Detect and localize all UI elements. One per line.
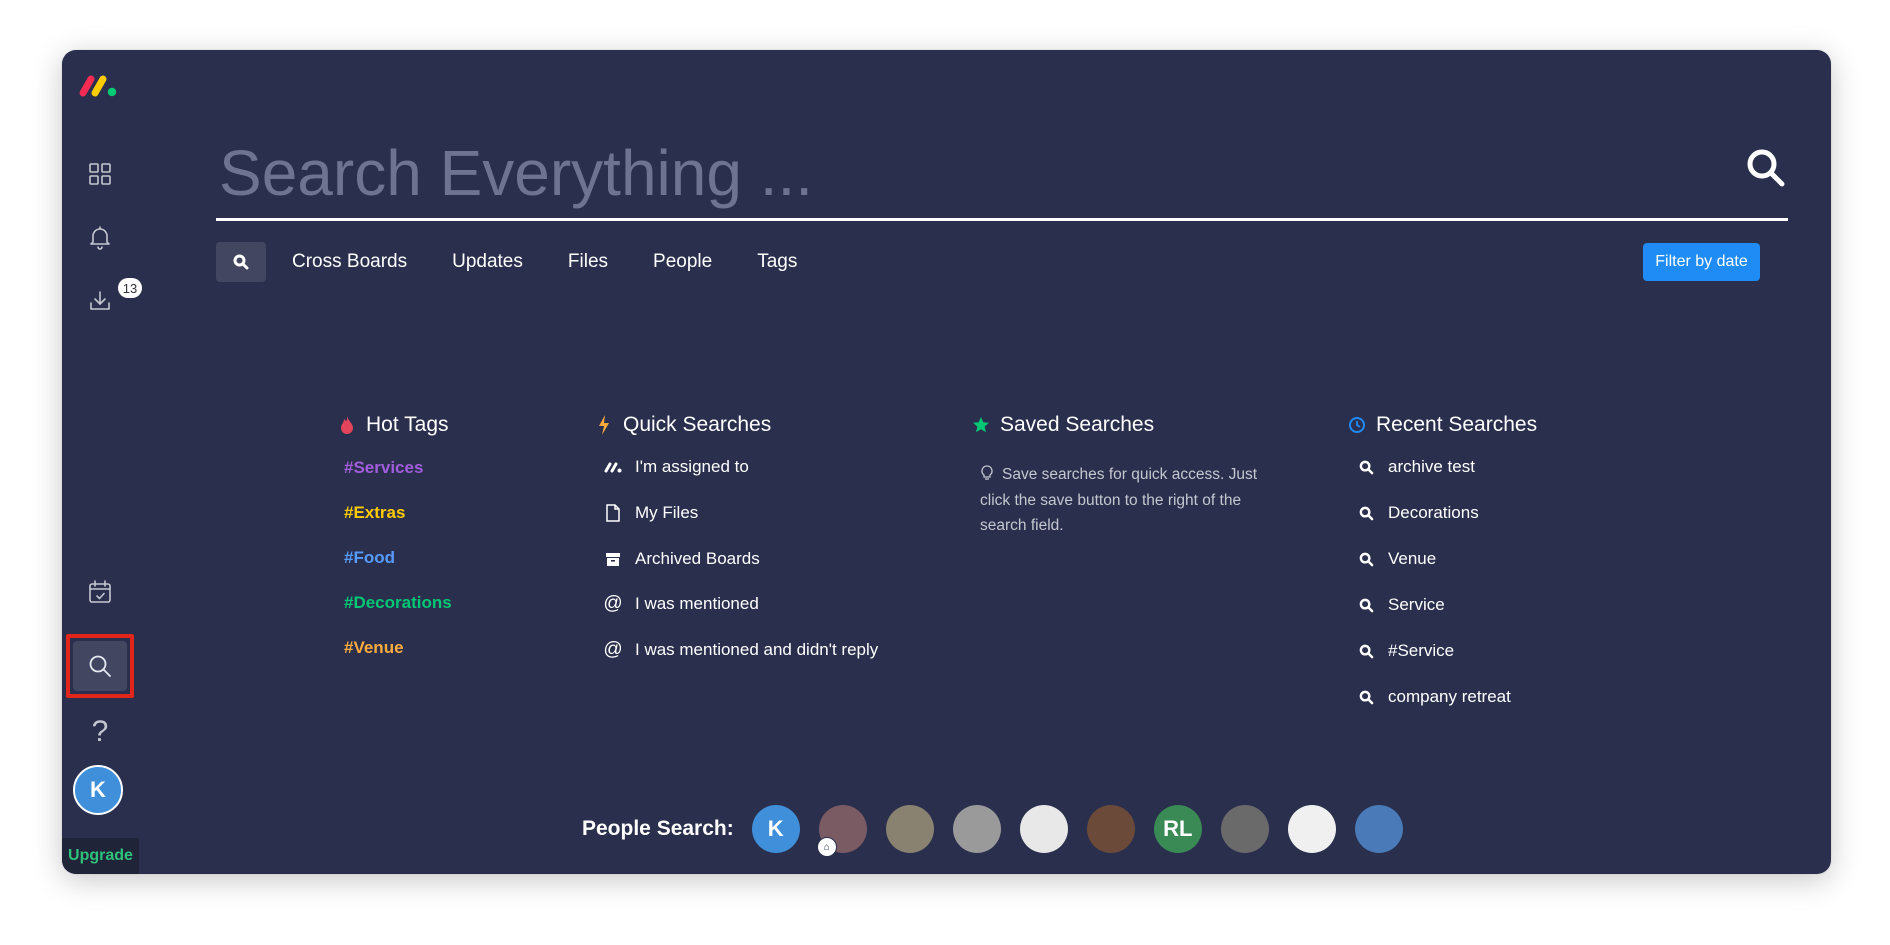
hot-tag[interactable]: #Extras: [344, 503, 405, 523]
star-icon: [970, 414, 992, 436]
hot-tag[interactable]: #Services: [344, 458, 423, 478]
search-filter-tabs: Cross Boards Updates Files People Tags: [216, 242, 842, 282]
saved-searches-title: Saved Searches: [1000, 413, 1155, 436]
person-avatar[interactable]: [1287, 805, 1336, 853]
quick-searches-title: Quick Searches: [623, 413, 772, 436]
saved-searches-hint: Save searches for quick access. Just cli…: [980, 465, 1258, 534]
search-icon: [1356, 641, 1376, 661]
quick-search-assigned[interactable]: I'm assigned to: [603, 457, 749, 477]
quick-searches-section: Quick Searches I'm assigned to My Files …: [593, 412, 933, 672]
lightning-icon: [593, 414, 615, 436]
quick-search-my-files[interactable]: My Files: [603, 503, 698, 523]
search-icon: [1356, 457, 1376, 477]
left-sidebar: 13 ? K Upgrade: [62, 50, 142, 874]
hot-tags-section: Hot Tags #Services #Extras #Food #Decora…: [336, 412, 536, 672]
person-avatar[interactable]: [1086, 805, 1135, 853]
notifications-bell-icon[interactable]: [76, 213, 124, 261]
people-search-row: People Search: K ⌂ RL: [582, 804, 1422, 857]
inbox-download-icon[interactable]: 13: [76, 276, 142, 324]
help-button[interactable]: ?: [76, 708, 124, 756]
fire-icon: [336, 414, 358, 436]
file-icon: [603, 503, 623, 523]
tab-updates[interactable]: Updates: [452, 251, 523, 273]
person-avatar[interactable]: [952, 805, 1001, 853]
tab-people[interactable]: People: [653, 251, 712, 273]
recent-search-item[interactable]: archive test: [1356, 457, 1475, 477]
search-submit-icon[interactable]: [1744, 146, 1788, 190]
quick-search-mentioned[interactable]: @ I was mentioned: [603, 593, 758, 614]
at-icon: @: [603, 593, 623, 614]
person-avatar[interactable]: [1220, 805, 1269, 853]
search-icon: [89, 655, 111, 677]
search-icon: [1356, 595, 1376, 615]
archive-icon: [603, 549, 623, 569]
person-avatar[interactable]: [1354, 805, 1403, 853]
monday-logo-icon[interactable]: [78, 72, 122, 98]
search-everything-window: 13 ? K Upgrade Cross Boards Updates File…: [62, 50, 1831, 874]
tab-tags[interactable]: Tags: [757, 251, 797, 273]
upgrade-button[interactable]: Upgrade: [62, 838, 139, 874]
recent-search-item[interactable]: Venue: [1356, 549, 1436, 569]
tab-all-search[interactable]: [216, 242, 266, 282]
hot-tag[interactable]: #Food: [344, 548, 395, 568]
search-underline: [216, 218, 1788, 221]
person-avatar[interactable]: [1019, 805, 1068, 853]
person-avatar[interactable]: ⌂: [816, 805, 867, 857]
home-icon: ⌂: [816, 837, 837, 857]
recent-searches-section: Recent Searches archive test Decorations…: [1346, 412, 1666, 712]
lightbulb-icon: [981, 465, 993, 480]
hot-tag[interactable]: #Venue: [344, 638, 404, 658]
search-icon: [1356, 549, 1376, 569]
saved-searches-section: Saved Searches Save searches for quick a…: [970, 412, 1290, 552]
tab-cross-boards[interactable]: Cross Boards: [292, 251, 407, 273]
search-icon: [1356, 687, 1376, 707]
recent-search-item[interactable]: company retreat: [1356, 687, 1511, 707]
search-icon: [1356, 503, 1376, 523]
person-avatar[interactable]: K: [751, 805, 800, 853]
people-search-label: People Search:: [582, 817, 734, 840]
hot-tag[interactable]: #Decorations: [344, 593, 452, 613]
hot-tags-title: Hot Tags: [366, 413, 449, 436]
filter-by-date-button[interactable]: Filter by date: [1643, 243, 1760, 281]
clock-icon: [1346, 414, 1368, 436]
workspaces-grid-icon[interactable]: [76, 150, 124, 198]
quick-search-mentioned-no-reply[interactable]: @ I was mentioned and didn't reply: [603, 639, 878, 660]
at-icon: @: [603, 639, 623, 660]
search-nav-button[interactable]: [66, 634, 134, 698]
my-work-calendar-icon[interactable]: [76, 568, 124, 616]
inbox-count-badge: 13: [118, 278, 142, 298]
tab-files[interactable]: Files: [568, 251, 608, 273]
search-icon: [233, 254, 249, 270]
monday-logo-icon: [603, 457, 623, 477]
recent-search-item[interactable]: #Service: [1356, 641, 1454, 661]
person-avatar[interactable]: RL: [1153, 805, 1202, 853]
quick-search-archived[interactable]: Archived Boards: [603, 549, 760, 569]
search-input[interactable]: [217, 128, 1539, 218]
recent-search-item[interactable]: Service: [1356, 595, 1445, 615]
recent-searches-title: Recent Searches: [1376, 413, 1538, 436]
user-avatar[interactable]: K: [73, 765, 123, 815]
recent-search-item[interactable]: Decorations: [1356, 503, 1479, 523]
person-avatar[interactable]: [885, 805, 934, 853]
